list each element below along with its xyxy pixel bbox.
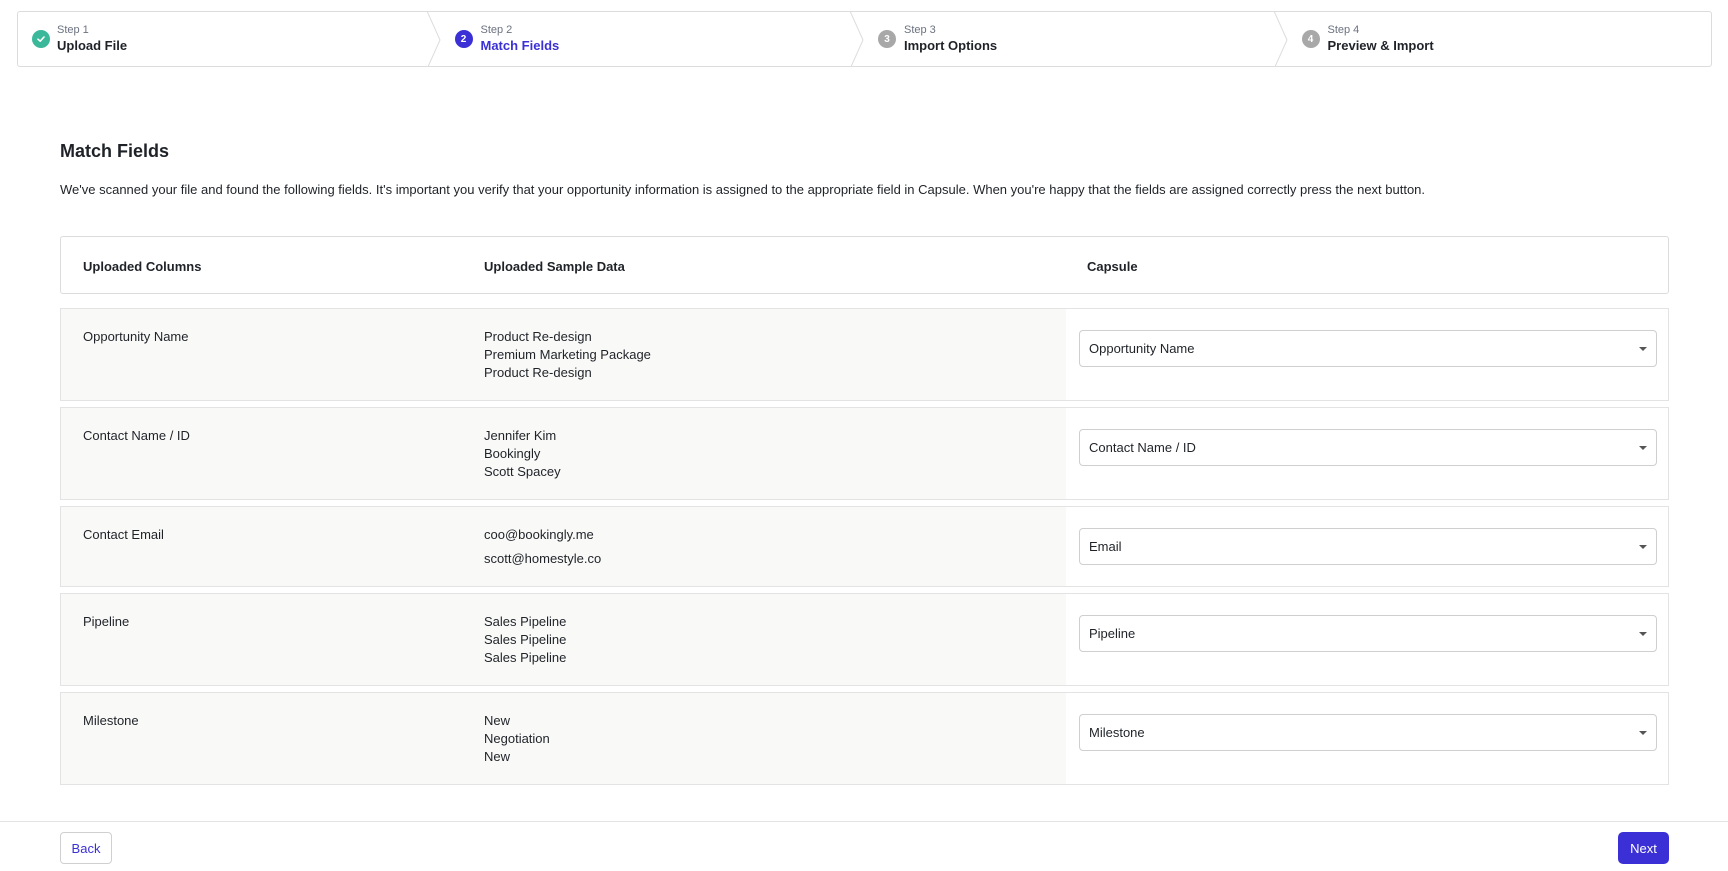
uploaded-column-name: Milestone xyxy=(83,713,139,728)
sample-value: Product Re-design xyxy=(484,365,592,380)
step-separator xyxy=(426,12,441,66)
step-badge: 3 xyxy=(878,30,896,48)
sample-value: Product Re-design xyxy=(484,329,592,344)
select-value: Milestone xyxy=(1089,725,1145,740)
sample-data: Jennifer Kim Bookingly Scott Spacey xyxy=(484,427,561,481)
step-title: Preview & Import xyxy=(1327,37,1434,53)
step-upload-file[interactable]: Step 1 Upload File xyxy=(18,12,441,66)
next-button[interactable]: Next xyxy=(1618,832,1669,864)
select-value: Opportunity Name xyxy=(1089,341,1195,356)
step-number: Step 4 xyxy=(1327,23,1360,36)
uploaded-column-name: Contact Email xyxy=(83,527,164,542)
sample-value: Jennifer Kim xyxy=(484,428,557,443)
table-header: Uploaded Columns Uploaded Sample Data Ca… xyxy=(60,236,1669,294)
step-separator xyxy=(850,12,864,66)
sample-value: Sales Pipeline xyxy=(484,650,567,665)
sample-value: Scott Spacey xyxy=(484,464,561,479)
step-import-options[interactable]: 3 Step 3 Import Options xyxy=(864,12,1288,66)
table-row: Pipeline Sales Pipeline Sales Pipeline S… xyxy=(60,593,1669,686)
select-value: Pipeline xyxy=(1089,626,1136,641)
sample-value: New xyxy=(484,713,511,728)
sample-value: Premium Marketing Package xyxy=(484,347,651,362)
caret-down-icon xyxy=(1639,446,1647,450)
step-title: Upload File xyxy=(57,37,128,53)
select-value: Contact Name / ID xyxy=(1089,440,1196,455)
sample-value: Sales Pipeline xyxy=(484,632,567,647)
caret-down-icon xyxy=(1639,731,1647,735)
sample-value: Sales Pipeline xyxy=(484,614,567,629)
caret-down-icon xyxy=(1639,347,1647,351)
sample-data: Product Re-design Premium Marketing Pack… xyxy=(484,328,651,382)
sample-data: New Negotiation New xyxy=(484,712,550,766)
caret-down-icon xyxy=(1639,545,1647,549)
table-row: Contact Email coo@bookingly.me scott@hom… xyxy=(60,506,1669,587)
sample-value: scott@homestyle.co xyxy=(484,551,602,566)
uploaded-column-name: Pipeline xyxy=(83,614,130,629)
step-title: Import Options xyxy=(904,37,998,53)
sample-value: coo@bookingly.me xyxy=(484,527,594,542)
back-button[interactable]: Back xyxy=(60,832,112,864)
import-stepper: Step 1 Upload File 2 Step 2 Match Fields… xyxy=(17,11,1712,67)
capsule-field-select[interactable]: Opportunity Name xyxy=(1079,330,1657,367)
sample-value: Negotiation xyxy=(484,731,550,746)
step-badge: 4 xyxy=(1301,30,1320,48)
step-title: Match Fields xyxy=(480,37,560,53)
table-row: Contact Name / ID Jennifer Kim Bookingly… xyxy=(60,407,1669,500)
page-description: We've scanned your file and found the fo… xyxy=(60,182,1426,197)
check-icon xyxy=(32,30,50,48)
select-value: Email xyxy=(1089,539,1122,554)
footer-bar: Back Next xyxy=(0,821,1728,871)
step-number: Step 1 xyxy=(57,23,89,36)
capsule-field-select[interactable]: Pipeline xyxy=(1079,615,1657,652)
sample-value: New xyxy=(484,749,511,764)
header-uploaded-columns: Uploaded Columns xyxy=(83,259,202,274)
sample-value: Bookingly xyxy=(484,446,541,461)
sample-data: coo@bookingly.me scott@homestyle.co xyxy=(484,526,601,568)
sample-data: Sales Pipeline Sales Pipeline Sales Pipe… xyxy=(484,613,566,667)
step-number: Step 3 xyxy=(904,23,936,36)
table-row: Milestone New Negotiation New Milestone xyxy=(60,692,1669,785)
step-number: Step 2 xyxy=(480,23,513,36)
capsule-field-select[interactable]: Milestone xyxy=(1079,714,1657,751)
step-badge: 2 xyxy=(454,30,473,48)
step-preview-import[interactable]: 4 Step 4 Preview & Import xyxy=(1288,12,1712,66)
step-separator xyxy=(1273,12,1288,66)
header-capsule: Capsule xyxy=(1087,259,1138,274)
caret-down-icon xyxy=(1639,632,1647,636)
capsule-field-select[interactable]: Email xyxy=(1079,528,1657,565)
page-title: Match Fields xyxy=(60,141,170,161)
header-uploaded-sample-data: Uploaded Sample Data xyxy=(484,259,625,274)
capsule-field-select[interactable]: Contact Name / ID xyxy=(1079,429,1657,466)
uploaded-column-name: Opportunity Name xyxy=(83,329,189,344)
step-match-fields[interactable]: 2 Step 2 Match Fields xyxy=(441,12,865,66)
table-row: Opportunity Name Product Re-design Premi… xyxy=(60,308,1669,401)
uploaded-column-name: Contact Name / ID xyxy=(83,428,190,443)
